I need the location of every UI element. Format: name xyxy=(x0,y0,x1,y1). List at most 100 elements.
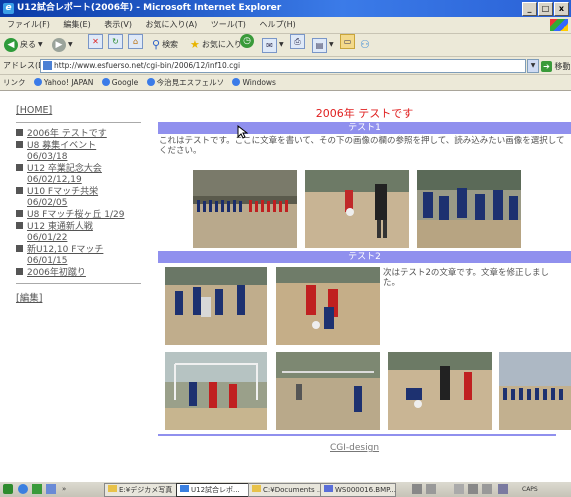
more-chevron-icon[interactable]: » xyxy=(62,482,66,497)
footer-credit-link[interactable]: CGI-design xyxy=(330,443,379,453)
taskbar-button[interactable]: E:¥デジカメ写真 xyxy=(104,483,178,497)
ie-page-icon xyxy=(33,78,42,86)
article-link[interactable]: U10 Fマッチ共栄 xyxy=(27,187,98,197)
history-button[interactable]: ◷ xyxy=(240,34,254,48)
stop-button[interactable]: ✕ xyxy=(88,34,103,49)
soccer-photo[interactable] xyxy=(276,267,380,345)
menu-favorites[interactable]: お気に入り(A) xyxy=(146,20,198,29)
page-content: [HOME] 2006年 テストです U8 募集イベント 06/03/18 U12… xyxy=(0,91,571,473)
toolbar: ◀ 戻る ▼ ▶ ▼ ✕ ↻ ⌂ ⚲ 検索 ★ お気に入り ◷ ✉ ▼ ⎙ ▤ … xyxy=(0,34,571,57)
search-button[interactable]: ⚲ 検索 xyxy=(152,34,178,56)
soccer-photo[interactable] xyxy=(193,170,297,248)
mouse-cursor-icon xyxy=(237,125,248,139)
menu-bar: ファイル(F) 編集(E) 表示(V) お気に入り(A) ツール(T) ヘルプ(… xyxy=(0,17,571,34)
article-date[interactable]: 06/03/18 xyxy=(27,152,141,163)
print-icon: ⎙ xyxy=(290,34,305,49)
taskbar-label: E:¥デジカメ写真 xyxy=(119,486,173,494)
tray-icon[interactable] xyxy=(482,484,492,494)
soccer-photo[interactable] xyxy=(388,352,492,430)
close-button[interactable]: x xyxy=(554,2,569,16)
soccer-photo[interactable] xyxy=(165,352,267,430)
menu-edit[interactable]: 編集(E) xyxy=(63,20,90,29)
link-yahoo[interactable]: Yahoo! JAPAN xyxy=(33,78,94,87)
soccer-photo[interactable] xyxy=(417,170,521,248)
taskbar-button-active[interactable]: U12試合レポ... xyxy=(176,483,250,497)
search-icon: ⚲ xyxy=(152,38,161,51)
address-dropdown[interactable]: ▼ xyxy=(527,59,539,73)
edit-link[interactable]: [編集] xyxy=(16,293,42,304)
folder-button[interactable]: ▭ xyxy=(340,34,355,49)
bullet-square-icon xyxy=(16,141,23,148)
menu-view[interactable]: 表示(V) xyxy=(104,20,132,29)
page-icon xyxy=(43,61,52,70)
home-button[interactable]: ⌂ xyxy=(128,34,143,49)
article-link[interactable]: 2006年初蹴り xyxy=(27,268,86,278)
links-label: リンク xyxy=(3,78,26,87)
article-link[interactable]: U8 Fマッチ桜ヶ丘 1/29 xyxy=(27,210,124,220)
page-title: 2006年 テストです xyxy=(315,107,414,120)
link-google[interactable]: Google xyxy=(101,78,139,87)
ie-quicklaunch-icon[interactable] xyxy=(18,484,28,494)
soccer-photo[interactable] xyxy=(499,352,571,430)
article-link[interactable]: 新U12,10 Fマッチ xyxy=(27,245,103,255)
link-label: Google xyxy=(111,78,139,87)
folder-icon xyxy=(108,485,117,492)
article-item: 新U12,10 Fマッチ 06/01/15 xyxy=(16,245,141,267)
tray-icon[interactable] xyxy=(454,484,464,494)
folder-icon: ▭ xyxy=(340,34,355,49)
taskbar-button[interactable]: WS000016.BMP... xyxy=(320,483,396,497)
caps-indicator: CAPS xyxy=(522,486,538,493)
window-controls: _ □ x xyxy=(522,2,569,16)
taskbar-button[interactable]: C:¥Documents ... xyxy=(248,483,324,497)
forward-button[interactable]: ▶ ▼ xyxy=(52,34,73,56)
edit-page-button[interactable]: ▤ ▼ xyxy=(312,34,334,56)
soccer-photo[interactable] xyxy=(305,170,409,248)
home-link[interactable]: [HOME] xyxy=(16,105,52,116)
article-link[interactable]: U8 募集イベント xyxy=(27,141,96,151)
go-button[interactable]: ➔ 移動 xyxy=(541,58,571,75)
divider xyxy=(16,122,141,123)
tray-icon[interactable] xyxy=(498,484,508,494)
messenger-button[interactable]: ⚇ xyxy=(360,34,370,56)
article-link[interactable]: U12 卒業記念大会 xyxy=(27,164,102,174)
start-button[interactable] xyxy=(3,484,13,494)
print-button[interactable]: ⎙ xyxy=(290,34,305,49)
menu-tools[interactable]: ツール(T) xyxy=(211,20,246,29)
menu-help[interactable]: ヘルプ(H) xyxy=(259,20,295,29)
address-input[interactable]: http://www.esfuerso.net/cgi-bin/2006/12/… xyxy=(40,59,526,73)
tray-icon[interactable] xyxy=(468,484,478,494)
article-link[interactable]: U12 東通新人戦 xyxy=(27,222,93,232)
link-esfuerso[interactable]: 今治見エスフェルソ xyxy=(146,78,224,87)
article-item: U12 卒業記念大会 06/02/12,19 xyxy=(16,164,141,186)
edit-icon: ▤ xyxy=(312,37,327,53)
link-label: Windows xyxy=(242,78,276,87)
search-label: 検索 xyxy=(162,40,179,49)
article-date[interactable]: 06/02/12,19 xyxy=(27,175,141,186)
article-date[interactable]: 06/02/05 xyxy=(27,198,141,209)
bullet-square-icon xyxy=(16,210,23,217)
link-label: Yahoo! JAPAN xyxy=(43,78,94,87)
mail-button[interactable]: ✉ ▼ xyxy=(262,34,284,56)
article-date[interactable]: 06/01/22 xyxy=(27,233,141,244)
link-windows[interactable]: Windows xyxy=(232,78,276,87)
bullet-square-icon xyxy=(16,129,23,136)
ie-page-icon xyxy=(146,78,155,86)
quicklaunch-icon[interactable] xyxy=(46,484,56,494)
footer-divider xyxy=(158,434,556,436)
maximize-button[interactable]: □ xyxy=(538,2,553,16)
section2-header: テスト2 xyxy=(158,251,571,263)
article-link[interactable]: 2006年 テストです xyxy=(27,129,107,139)
menu-file[interactable]: ファイル(F) xyxy=(7,20,50,29)
article-date[interactable]: 06/01/15 xyxy=(27,256,141,267)
quicklaunch-icon[interactable] xyxy=(32,484,42,494)
minimize-button[interactable]: _ xyxy=(522,2,537,16)
tray-icon[interactable] xyxy=(426,484,436,494)
tray-icon[interactable] xyxy=(412,484,422,494)
main-article: 2006年 テストです テスト1 これはテストです。ここに文章を書いて、その下の… xyxy=(158,107,571,156)
soccer-photo[interactable] xyxy=(165,267,267,345)
favorites-button[interactable]: ★ お気に入り xyxy=(190,34,242,56)
refresh-button[interactable]: ↻ xyxy=(108,34,123,49)
soccer-photo[interactable] xyxy=(276,352,380,430)
article-item: U10 Fマッチ共栄 06/02/05 xyxy=(16,187,141,209)
back-button[interactable]: ◀ 戻る ▼ xyxy=(4,34,43,56)
